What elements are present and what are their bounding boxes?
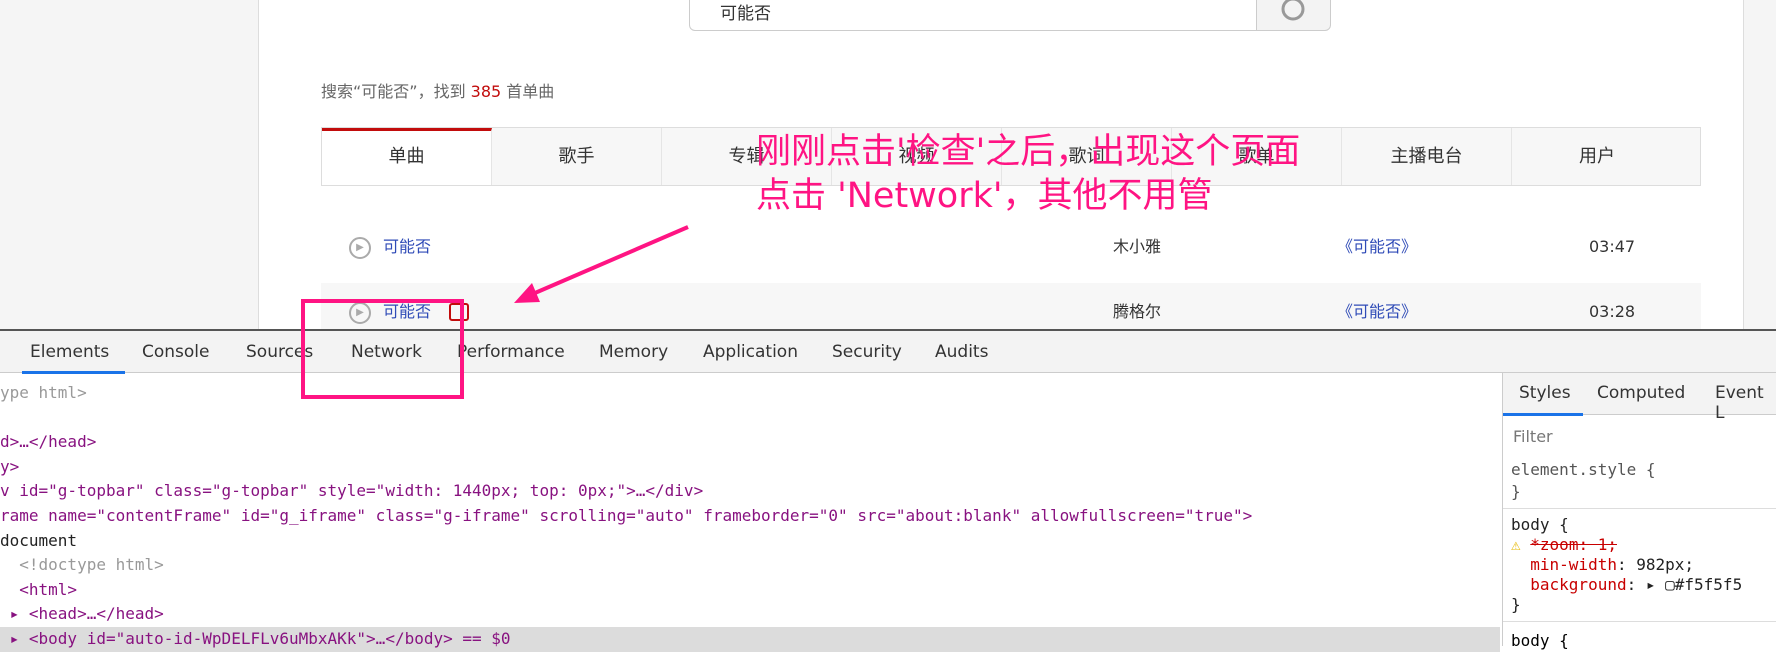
annotation-arrow-icon [514, 225, 689, 303]
annotation-text: 刚刚点击'检查'之后，出现这个页面 点击 'Network'，其他不用管 [756, 132, 1301, 216]
